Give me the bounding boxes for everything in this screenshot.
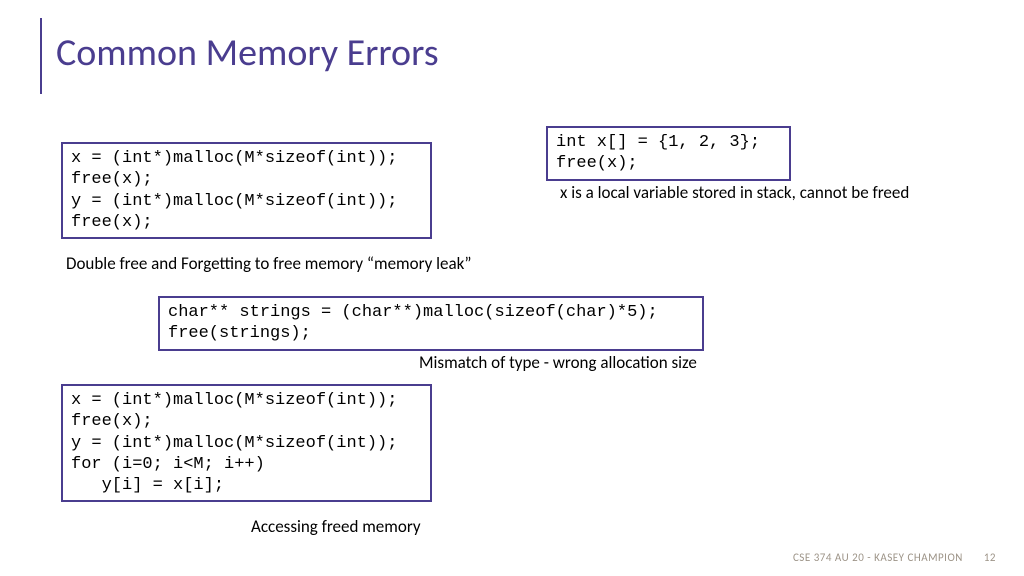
code-box-use-after-free: x = (int*)malloc(M*sizeof(int)); free(x)… xyxy=(61,384,432,502)
caption-double-free: Double free and Forgetting to free memor… xyxy=(66,253,472,274)
code-box-type-mismatch: char** strings = (char**)malloc(sizeof(c… xyxy=(158,296,704,351)
slide-footer: CSE 374 AU 20 - KASEY CHAMPION 12 xyxy=(793,551,996,564)
title-accent-bar xyxy=(40,18,42,94)
slide-title: Common Memory Errors xyxy=(56,30,439,76)
caption-stack-free: x is a local variable stored in stack, c… xyxy=(560,182,909,203)
code-box-stack-free: int x[] = {1, 2, 3}; free(x); xyxy=(546,126,791,181)
caption-use-after-free: Accessing freed memory xyxy=(251,516,421,537)
code-box-double-free: x = (int*)malloc(M*sizeof(int)); free(x)… xyxy=(61,142,432,239)
footer-page-number: 12 xyxy=(984,551,996,564)
caption-type-mismatch: Mismatch of type - wrong allocation size xyxy=(419,352,697,373)
footer-text: CSE 374 AU 20 - KASEY CHAMPION xyxy=(793,551,963,564)
